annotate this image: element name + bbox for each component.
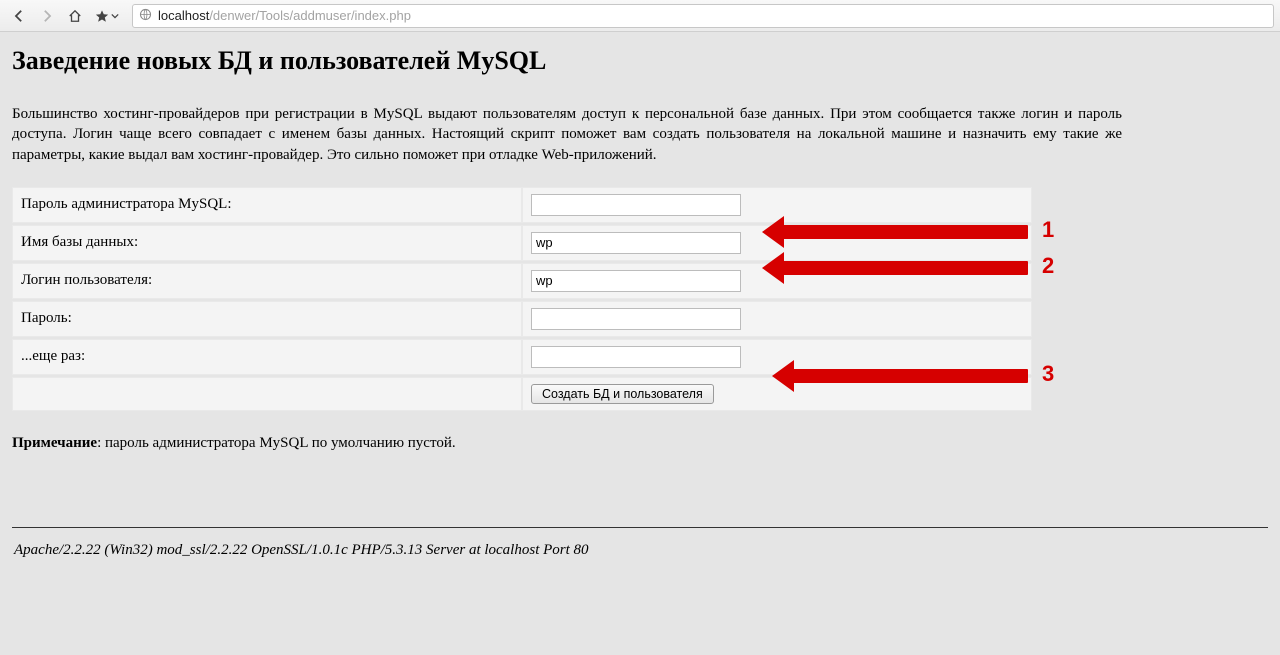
chevron-down-icon <box>111 12 119 20</box>
admin-password-input[interactable] <box>531 194 741 216</box>
annotation-label: 2 <box>1042 253 1054 279</box>
user-password-repeat-input[interactable] <box>531 346 741 368</box>
intro-text: Большинство хостинг-провайдеров при реги… <box>12 104 1122 165</box>
note-prefix: Примечание <box>12 435 97 451</box>
home-icon <box>68 9 82 23</box>
db-name-input[interactable] <box>531 232 741 254</box>
field-label: ...еще раз: <box>12 339 522 375</box>
annotation-arrow <box>792 369 1028 383</box>
back-button[interactable] <box>6 4 32 28</box>
globe-icon <box>139 8 152 24</box>
url-path: /denwer/Tools/addmuser/index.php <box>209 8 411 23</box>
server-footer: Apache/2.2.22 (Win32) mod_ssl/2.2.22 Ope… <box>12 542 1268 559</box>
user-password-input[interactable] <box>531 308 741 330</box>
annotation-arrow <box>782 261 1028 275</box>
note-text: : пароль администратора MySQL по умолчан… <box>97 435 456 451</box>
user-login-input[interactable] <box>531 270 741 292</box>
browser-toolbar: localhost/denwer/Tools/addmuser/index.ph… <box>0 0 1280 32</box>
home-button[interactable] <box>62 4 88 28</box>
table-row: Пароль администратора MySQL: <box>12 187 1032 223</box>
create-db-user-button[interactable]: Создать БД и пользователя <box>531 384 714 404</box>
page-content: Заведение новых БД и пользователей MySQL… <box>0 32 1280 573</box>
forward-button[interactable] <box>34 4 60 28</box>
annotation-label: 3 <box>1042 361 1054 387</box>
page-title: Заведение новых БД и пользователей MySQL <box>12 46 1268 76</box>
field-label: Пароль администратора MySQL: <box>12 187 522 223</box>
field-label: Имя базы данных: <box>12 225 522 261</box>
field-label: Пароль: <box>12 301 522 337</box>
annotation-arrow <box>782 225 1028 239</box>
address-bar[interactable]: localhost/denwer/Tools/addmuser/index.ph… <box>132 4 1274 28</box>
star-icon <box>95 9 109 23</box>
bookmarks-button[interactable] <box>90 9 124 23</box>
url-host: localhost <box>158 8 209 23</box>
separator <box>12 527 1268 528</box>
annotation-label: 1 <box>1042 217 1054 243</box>
arrow-left-icon <box>12 9 26 23</box>
note: Примечание: пароль администратора MySQL … <box>12 435 1268 452</box>
arrow-right-icon <box>40 9 54 23</box>
table-row: Пароль: <box>12 301 1032 337</box>
field-label: Логин пользователя: <box>12 263 522 299</box>
